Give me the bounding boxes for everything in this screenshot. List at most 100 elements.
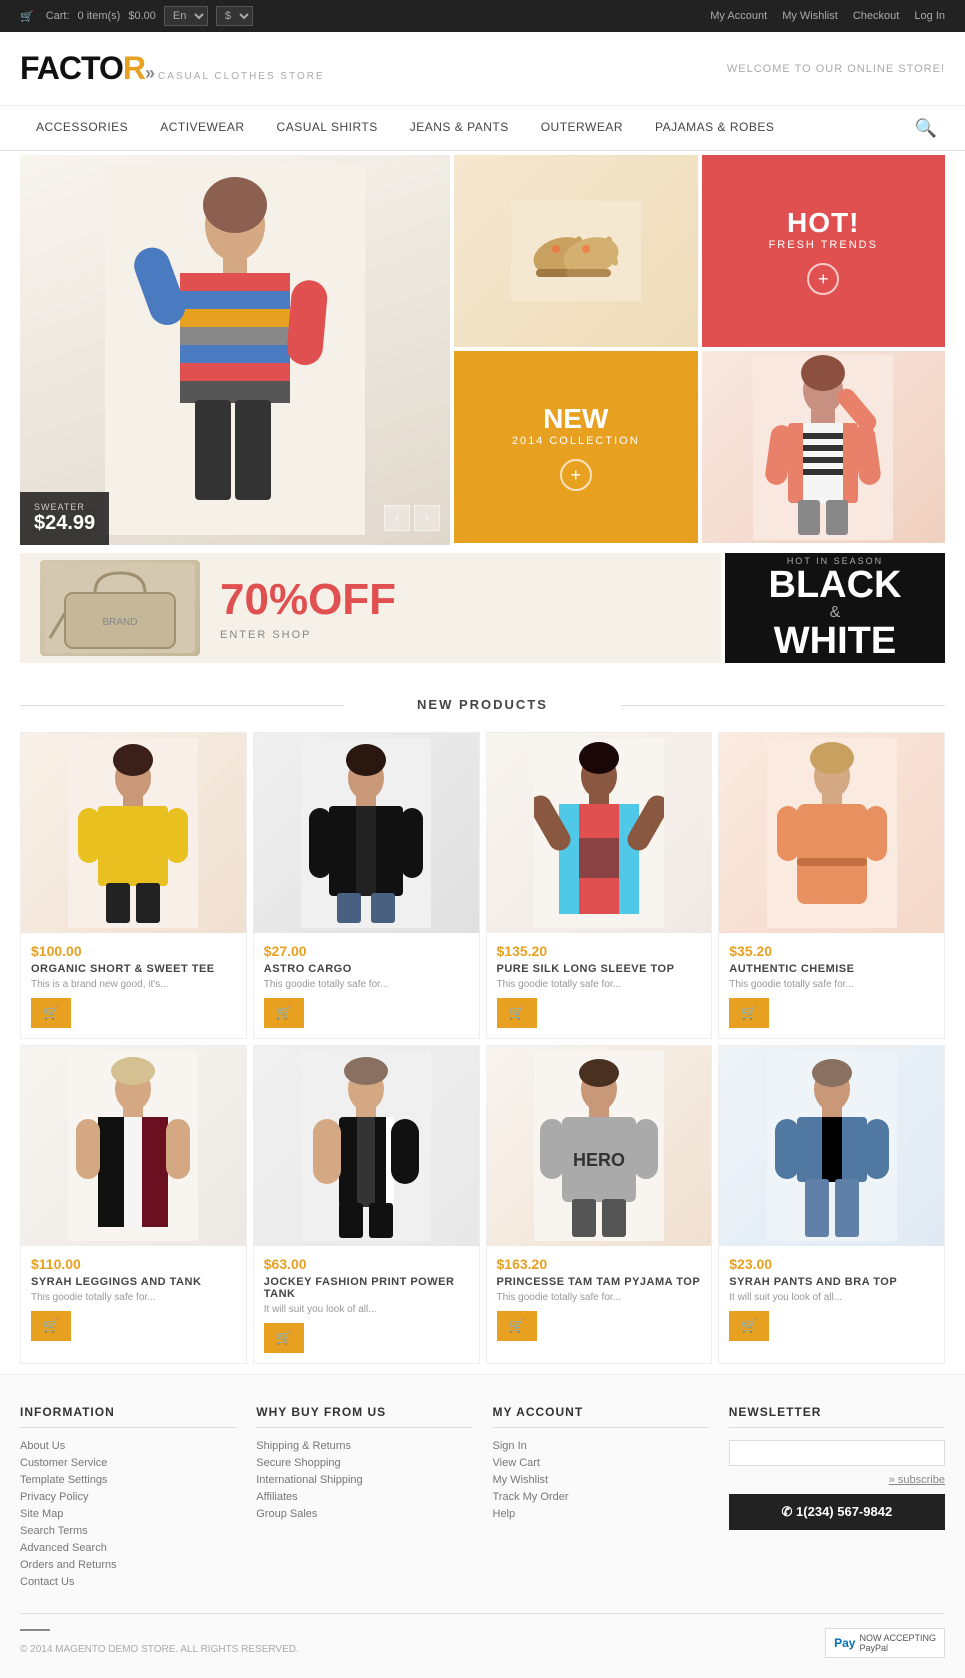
logo-tagline: CASUAL CLOTHES STORE: [158, 71, 325, 82]
footer-my-account-title: MY ACCOUNT: [493, 1405, 709, 1428]
footer-link-advanced-search[interactable]: Advanced Search: [20, 1542, 236, 1554]
hero-new-card[interactable]: NEW 2014 COLLECTION +: [454, 351, 698, 543]
hero-main-banner: SWEATER $24.99 ‹ ›: [20, 155, 450, 545]
new-products-section: NEW PRODUCTS: [0, 667, 965, 1374]
product-name: SYRAH PANTS AND BRA TOP: [729, 1276, 934, 1288]
cart-label: Cart:: [46, 10, 70, 22]
bag-svg: BRAND: [45, 563, 195, 653]
hero-prev-button[interactable]: ‹: [384, 505, 410, 531]
footer-link-template-settings[interactable]: Template Settings: [20, 1474, 236, 1486]
my-account-link[interactable]: My Account: [710, 10, 767, 22]
footer-link-orders-returns[interactable]: Orders and Returns: [20, 1559, 236, 1571]
hero-hot-card[interactable]: HOT! FRESH TRENDS +: [702, 155, 946, 347]
search-icon[interactable]: 🔍: [907, 110, 945, 147]
main-nav: ACCESSORIES ACTIVEWEAR CASUAL SHIRTS JEA…: [0, 106, 965, 151]
add-to-cart-button[interactable]: 🛒: [264, 998, 304, 1028]
add-to-cart-button[interactable]: 🛒: [264, 1323, 304, 1353]
product-image: [254, 1046, 479, 1246]
footer-col-why-buy: WHY BUY FROM US Shipping & Returns Secur…: [256, 1405, 472, 1593]
nav-activewear[interactable]: ACTIVEWEAR: [144, 106, 260, 150]
nav-outerwear[interactable]: OUTERWEAR: [525, 106, 639, 150]
product-5-svg: [68, 1051, 198, 1241]
login-link[interactable]: Log In: [914, 10, 945, 22]
cart-items: 0 item(s): [78, 10, 121, 22]
footer-link-group-sales[interactable]: Group Sales: [256, 1508, 472, 1520]
currency-select[interactable]: $: [216, 6, 253, 26]
white-text: WHITE: [774, 622, 896, 660]
footer-link-shipping[interactable]: Shipping & Returns: [256, 1440, 472, 1452]
product-6-svg: [301, 1051, 431, 1241]
footer-link-sign-in[interactable]: Sign In: [493, 1440, 709, 1452]
bag-image: BRAND: [40, 560, 200, 656]
add-to-cart-button[interactable]: 🛒: [729, 1311, 769, 1341]
language-select[interactable]: En: [164, 6, 208, 26]
footer-link-track-order[interactable]: Track My Order: [493, 1491, 709, 1503]
phone-button[interactable]: ✆ 1(234) 567-9842: [729, 1494, 945, 1530]
add-to-cart-button[interactable]: 🛒: [497, 1311, 537, 1341]
product-1-svg: [68, 738, 198, 928]
hero-next-button[interactable]: ›: [414, 505, 440, 531]
footer-link-customer-service[interactable]: Customer Service: [20, 1457, 236, 1469]
product-name: PRINCESSE TAM TAM PYJAMA TOP: [497, 1276, 702, 1288]
welcome-text: WELCOME TO OUR ONLINE STORE!: [727, 63, 945, 75]
footer-link-affiliates[interactable]: Affiliates: [256, 1491, 472, 1503]
checkout-link[interactable]: Checkout: [853, 10, 899, 22]
hot-title: HOT!: [787, 207, 859, 239]
hot-sub: FRESH TRENDS: [769, 239, 878, 251]
hero-nav-buttons: ‹ ›: [384, 505, 440, 531]
product-desc: This is a brand new good, it's...: [31, 979, 236, 990]
hero-shoes-card[interactable]: [454, 155, 698, 347]
product-info: $110.00 SYRAH LEGGINGS AND TANK This goo…: [21, 1246, 246, 1351]
product-desc: This goodie totally safe for...: [497, 979, 702, 990]
footer-col-newsletter: NEWSLETTER » subscribe ✆ 1(234) 567-9842: [729, 1405, 945, 1593]
product-info: $163.20 PRINCESSE TAM TAM PYJAMA TOP Thi…: [487, 1246, 712, 1351]
footer-link-search-terms[interactable]: Search Terms: [20, 1525, 236, 1537]
nav-accessories[interactable]: ACCESSORIES: [20, 106, 144, 150]
product-price: $110.00: [31, 1256, 236, 1272]
product-card: HERO $163.20 PRINCESSE TAM TAM PYJAMA TO…: [486, 1045, 713, 1364]
footer-link-view-cart[interactable]: View Cart: [493, 1457, 709, 1469]
add-to-cart-button[interactable]: 🛒: [31, 1311, 71, 1341]
my-wishlist-link[interactable]: My Wishlist: [782, 10, 838, 22]
nav-jeans-pants[interactable]: JEANS & PANTS: [394, 106, 525, 150]
add-to-cart-button[interactable]: 🛒: [31, 998, 71, 1028]
nav-pajamas-robes[interactable]: PAJAMAS & ROBES: [639, 106, 790, 150]
footer-link-sitemap[interactable]: Site Map: [20, 1508, 236, 1520]
copyright: © 2014 MAGENTO DEMO STORE. ALL RIGHTS RE…: [20, 1644, 299, 1655]
footer-link-my-wishlist[interactable]: My Wishlist: [493, 1474, 709, 1486]
footer-information-title: INFORMATION: [20, 1405, 236, 1428]
new-plus-button[interactable]: +: [560, 459, 592, 491]
footer-link-secure[interactable]: Secure Shopping: [256, 1457, 472, 1469]
footer-link-international[interactable]: International Shipping: [256, 1474, 472, 1486]
hot-plus-button[interactable]: +: [807, 263, 839, 295]
product-image: [254, 733, 479, 933]
product-info: $100.00 ORGANIC SHORT & SWEET TEE This i…: [21, 933, 246, 1038]
logo[interactable]: FACTOR» CASUAL CLOTHES STORE: [20, 50, 325, 87]
logo-text: FACTOR»: [20, 50, 154, 87]
product-card: $110.00 SYRAH LEGGINGS AND TANK This goo…: [20, 1045, 247, 1364]
sweater-price-badge: SWEATER $24.99: [20, 492, 109, 545]
nav-casual-shirts[interactable]: CASUAL SHIRTS: [261, 106, 394, 150]
svg-text:BRAND: BRAND: [102, 617, 137, 628]
header: FACTOR» CASUAL CLOTHES STORE WELCOME TO …: [0, 32, 965, 106]
product-price: $23.00: [729, 1256, 934, 1272]
footer-link-privacy[interactable]: Privacy Policy: [20, 1491, 236, 1503]
product-3-svg: [534, 738, 664, 928]
hero-bottom-row: NEW 2014 COLLECTION +: [454, 351, 945, 543]
hero-main-image: [20, 155, 450, 545]
add-to-cart-button[interactable]: 🛒: [729, 998, 769, 1028]
hero-woman-card[interactable]: [702, 351, 946, 543]
product-7-svg: HERO: [534, 1051, 664, 1241]
footer-link-contact[interactable]: Contact Us: [20, 1576, 236, 1588]
svg-text:HERO: HERO: [573, 1150, 625, 1170]
footer-link-about[interactable]: About Us: [20, 1440, 236, 1452]
enter-shop-link[interactable]: ENTER SHOP: [220, 629, 701, 641]
product-price: $63.00: [264, 1256, 469, 1272]
product-image: [719, 733, 944, 933]
new-sub: 2014 COLLECTION: [512, 435, 640, 447]
add-to-cart-button[interactable]: 🛒: [497, 998, 537, 1028]
cart-icon: 🛒: [20, 10, 34, 23]
subscribe-button[interactable]: » subscribe: [889, 1474, 945, 1486]
footer-link-help[interactable]: Help: [493, 1508, 709, 1520]
newsletter-email-input[interactable]: [729, 1440, 945, 1466]
